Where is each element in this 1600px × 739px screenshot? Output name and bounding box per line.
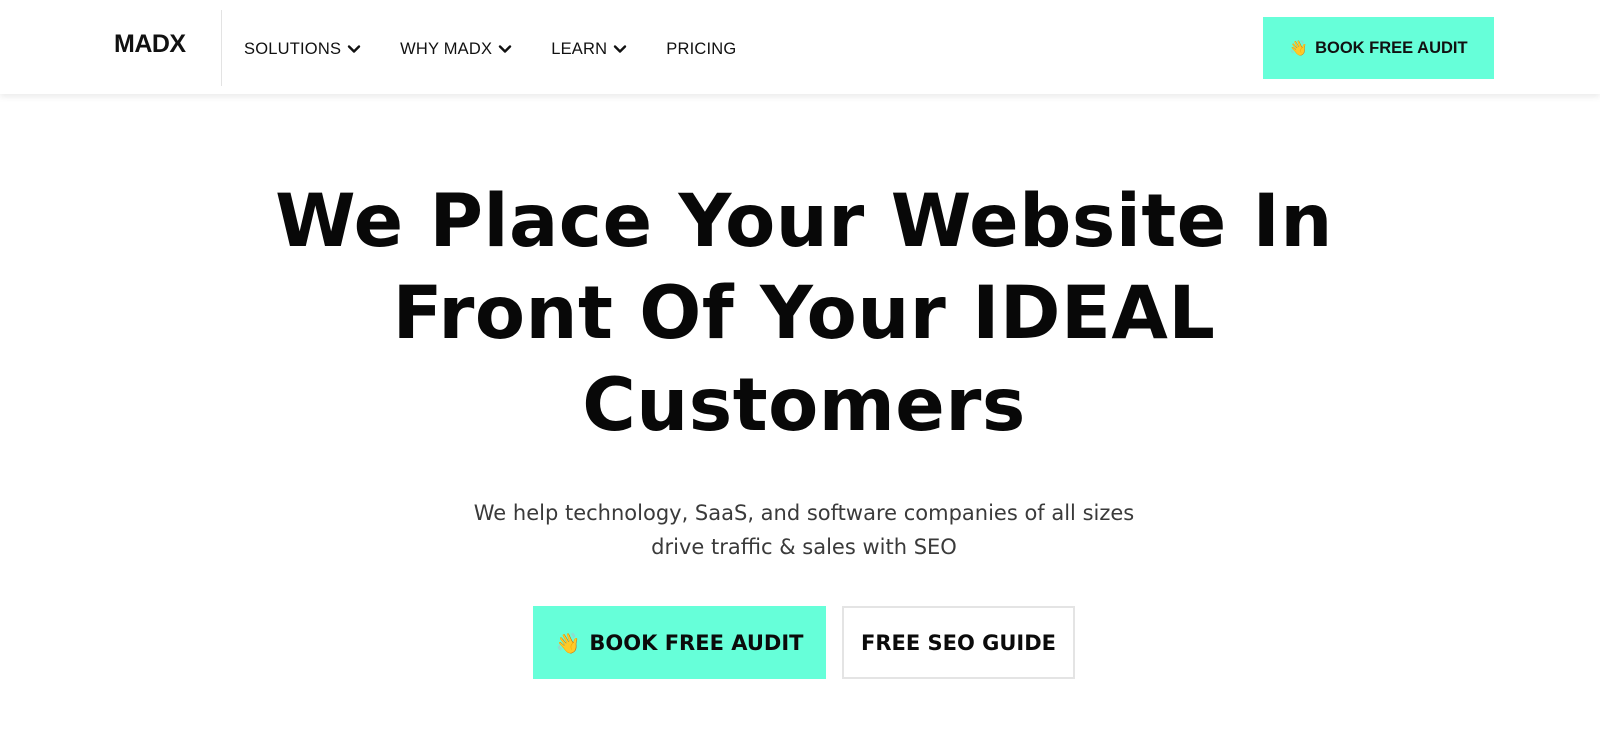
free-seo-guide-button[interactable]: FREE SEO GUIDE — [842, 606, 1075, 679]
hero-subtitle: We help technology, SaaS, and software c… — [400, 496, 1208, 564]
hero-subtitle-line: drive traffic & sales with SEO — [651, 535, 957, 559]
button-label: BOOK FREE AUDIT — [589, 630, 804, 655]
nav-item-solutions[interactable]: SOLUTIONS — [244, 38, 362, 60]
button-label: BOOK FREE AUDIT — [1315, 38, 1468, 57]
nav-item-label: SOLUTIONS — [244, 40, 342, 58]
book-free-audit-header-button[interactable]: 👋 BOOK FREE AUDIT — [1263, 17, 1494, 79]
header-divider — [221, 10, 222, 86]
nav-item-why-madx[interactable]: WHY MADX — [400, 38, 513, 60]
hero-headline: We Place Your Website In Front Of Your I… — [275, 179, 1333, 448]
site-header: MADX SOLUTIONS WHY MADX LEARN PRICING 👋 … — [0, 0, 1600, 94]
main-nav: SOLUTIONS WHY MADX LEARN PRICING — [244, 38, 736, 60]
button-label: FREE SEO GUIDE — [860, 630, 1057, 655]
chevron-down-icon — [346, 41, 362, 57]
waving-hand-icon: 👋 — [555, 630, 581, 655]
nav-item-label: PRICING — [666, 40, 737, 58]
madx-logo[interactable]: MADX — [114, 32, 186, 57]
hero-subtitle-line: We help technology, SaaS, and software c… — [473, 501, 1135, 525]
nav-item-label: LEARN — [551, 40, 608, 58]
nav-item-learn[interactable]: LEARN — [551, 38, 628, 60]
chevron-down-icon — [612, 41, 628, 57]
waving-hand-icon: 👋 — [1289, 39, 1309, 57]
book-free-audit-button[interactable]: 👋 BOOK FREE AUDIT — [533, 606, 826, 679]
nav-item-pricing[interactable]: PRICING — [666, 38, 736, 60]
chevron-down-icon — [497, 41, 513, 57]
nav-item-label: WHY MADX — [400, 40, 493, 58]
